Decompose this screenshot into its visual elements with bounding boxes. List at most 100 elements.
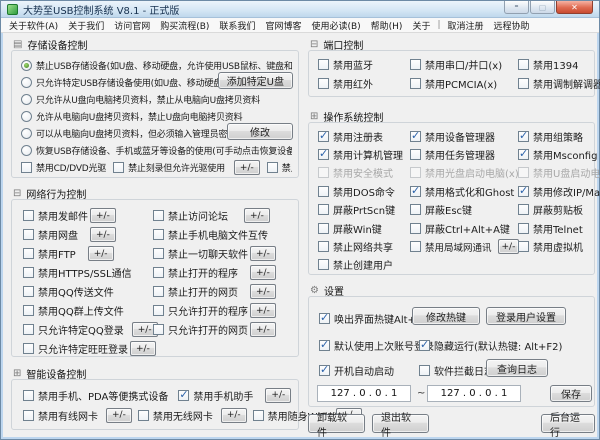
modify-password-button[interactable]: 修改	[227, 123, 293, 140]
query-log-button[interactable]: 查询日志	[486, 359, 548, 377]
checkbox-allow-specific-wangwang[interactable]: 只允许特定旺旺登录	[23, 341, 128, 356]
checkbox-disable-lan-comm[interactable]: 禁用局域网通讯+/-	[410, 239, 518, 254]
checkbox-disable-registry[interactable]: 禁用注册表	[318, 129, 410, 144]
radio-restore-usb[interactable]: 恢复USB存储设备、手机或蓝牙等设备的使用(可手动点击恢复设备)	[21, 144, 292, 157]
checkbox-block-webpages[interactable]: 禁止打开的网页	[153, 284, 238, 299]
plusminus-button[interactable]: +/-	[244, 208, 270, 223]
plusminus-button[interactable]: +/-	[250, 265, 276, 280]
checkbox-block-ctrl-alt-a[interactable]: 屏蔽Ctrl+Alt+A键	[410, 221, 518, 236]
checkbox-hidden-run[interactable]: 隐藏运行(默认热键: Alt+F2)	[419, 338, 562, 353]
plusminus-button[interactable]: +/-	[250, 303, 276, 318]
checkbox-icon	[410, 204, 421, 215]
radio-pc-to-usb-only[interactable]: 允许从电脑向U盘拷贝资料，禁止U盘向电脑拷贝资料	[21, 110, 242, 123]
checkbox-block-burning[interactable]: 禁止刻录但允许光驱使用	[113, 161, 225, 174]
checkbox-allow-only-programs[interactable]: 只允许打开的程序	[153, 303, 248, 318]
checkbox-intercept-log[interactable]: 软件拦截日志	[419, 363, 494, 378]
menu-must-read[interactable]: 使用必读(B)	[306, 19, 365, 32]
checkbox-disable-format-ghost[interactable]: 禁用格式化和Ghost	[410, 184, 518, 199]
radio-icon	[21, 60, 32, 71]
checkbox-label: 禁用红外	[333, 76, 373, 91]
checkbox-disable-telnet[interactable]: 禁用Telnet	[518, 221, 600, 236]
checkbox-block-network-share[interactable]: 禁止网络共享	[318, 239, 410, 254]
checkbox-disable-vm[interactable]: 禁用虚拟机	[518, 239, 600, 254]
menu-help[interactable]: 帮助(H)	[366, 19, 408, 32]
checkbox-disable-qq-file[interactable]: 禁用QQ传送文件	[23, 284, 114, 299]
menu-purchase[interactable]: 购买流程(B)	[155, 19, 214, 32]
checkbox-last-account-login[interactable]: 默认使用上次账号登录	[319, 338, 434, 353]
plusminus-button[interactable]: +/-	[250, 246, 276, 261]
checkbox-disable-https[interactable]: 禁用HTTPS/SSL通信	[23, 265, 132, 280]
background-run-button[interactable]: 后台运行	[541, 414, 595, 433]
menu-visit-site[interactable]: 访问官网	[109, 19, 155, 32]
checkbox-disable-wired-nic[interactable]: 禁用有线网卡	[23, 408, 98, 423]
checkbox-disable-modem[interactable]: 禁用调制解调器	[518, 76, 600, 91]
radio-block-usb-storage[interactable]: 禁止USB存储设备(如U盘、移动硬盘，允许使用USB鼠标、键盘和加密狗)	[21, 59, 292, 72]
ip-range-end-input[interactable]: 127 . 0 . 0 . 1	[427, 385, 521, 402]
ip-range-start-input[interactable]: 127 . 0 . 0 . 1	[317, 385, 411, 402]
checkbox-disable-cddvd[interactable]: 禁用CD/DVD光驱	[21, 161, 106, 174]
checkbox-disable-group-policy[interactable]: 禁用组策略	[518, 129, 600, 144]
login-user-settings-button[interactable]: 登录用户设置	[486, 307, 566, 325]
plusminus-button[interactable]: +/-	[221, 408, 247, 423]
close-button[interactable]	[556, 1, 593, 14]
checkbox-disable-wireless-nic[interactable]: 禁用无线网卡	[138, 408, 213, 423]
radio-usb-to-pc-only[interactable]: 只允许从U盘向电脑拷贝资料，禁止从电脑向U盘拷贝资料	[21, 93, 260, 106]
checkbox-disable-device-manager[interactable]: 禁用设备管理器	[410, 129, 518, 144]
plusminus-button[interactable]: +/-	[498, 239, 520, 254]
exit-button[interactable]: 退出软件	[372, 414, 429, 433]
checkbox-disable-bluetooth[interactable]: 禁用蓝牙	[318, 57, 410, 72]
menu-about-software[interactable]: 关于软件(A)	[4, 19, 63, 32]
checkbox-block-forums[interactable]: 禁止访问论坛	[153, 208, 228, 223]
checkbox-block-clipboard[interactable]: 屏蔽剪贴板	[518, 202, 600, 217]
checkbox-allow-specific-qq[interactable]: 只允许特定QQ登录	[23, 322, 124, 337]
plusminus-button[interactable]: +/-	[88, 246, 114, 261]
checkbox-disable-task-manager[interactable]: 禁用任务管理器	[410, 147, 518, 162]
checkbox-disable-infrared[interactable]: 禁用红外	[318, 76, 410, 91]
menu-contact[interactable]: 联系我们	[214, 19, 260, 32]
checkbox-disable-computer-mgmt[interactable]: 禁用计算机管理	[318, 147, 410, 162]
plusminus-button[interactable]: +/-	[106, 408, 132, 423]
menu-blog[interactable]: 官网博客	[260, 19, 306, 32]
checkbox-block-phone-pc-transfer[interactable]: 禁止手机电脑文件互传	[153, 227, 268, 242]
radio-copy-with-password[interactable]: 可以从电脑向U盘拷贝资料，但必须输入管理员密码	[21, 127, 236, 140]
save-button[interactable]: 保存	[550, 385, 592, 402]
menu-about[interactable]: 关于	[407, 19, 435, 32]
plusminus-button[interactable]: +/-	[90, 227, 116, 242]
checkbox-block-win-key[interactable]: 屏蔽Win键	[318, 221, 410, 236]
checkbox-disable-dos[interactable]: 禁用DOS命令	[318, 184, 410, 199]
plusminus-button[interactable]: +/-	[250, 322, 276, 337]
add-specific-usb-button[interactable]: 添加特定U盘	[218, 72, 293, 89]
checkbox-block-esc[interactable]: 屏蔽Esc键	[410, 202, 518, 217]
checkbox-disable-pcmcia[interactable]: 禁用PCMCIA(x)	[410, 76, 518, 91]
checkbox-allow-only-webpages[interactable]: 只允许打开的网页	[153, 322, 248, 337]
checkbox-disable-email[interactable]: 禁用发邮件	[23, 208, 88, 223]
checkbox-block-prtscn[interactable]: 屏蔽PrtScn键	[318, 202, 410, 217]
plusminus-button[interactable]: +/-	[234, 160, 260, 175]
plusminus-button[interactable]: +/-	[90, 208, 116, 223]
uninstall-button[interactable]: 卸载软件	[308, 414, 365, 433]
checkbox-disable-qq-group-upload[interactable]: 禁用QQ群上传文件	[23, 303, 124, 318]
checkbox-disable-serial-parallel[interactable]: 禁用串口/并口(x)	[410, 57, 518, 72]
checkbox-block-programs[interactable]: 禁止打开的程序	[153, 265, 238, 280]
plusminus-button[interactable]: +/-	[250, 284, 276, 299]
radio-allow-specific-usb[interactable]: 只允许特定USB存储设备使用(如U盘、移动硬盘)	[21, 76, 225, 89]
checkbox-block-create-user[interactable]: 禁止创建用户	[318, 257, 410, 272]
plusminus-button[interactable]: +/-	[265, 388, 291, 403]
plusminus-button[interactable]: +/-	[130, 341, 156, 356]
checkbox-disable-netdisk[interactable]: 禁用网盘	[23, 227, 78, 242]
checkbox-autostart[interactable]: 开机自动启动	[319, 363, 394, 378]
checkbox-disable-ftp[interactable]: 禁用FTP	[23, 246, 76, 261]
menu-remote-assist[interactable]: 远程协助	[489, 19, 535, 32]
modify-hotkey-button[interactable]: 修改热键	[412, 307, 480, 325]
checkbox-disable-msconfig[interactable]: 禁用Msconfig	[518, 147, 600, 162]
checkbox-disable-floppy[interactable]: 禁止软驱	[267, 161, 292, 174]
checkbox-disable-ip-mac-change[interactable]: 禁用修改IP/Mac	[518, 184, 600, 199]
menu-cancel-register[interactable]: 取消注册	[443, 19, 489, 32]
minimize-button[interactable]	[504, 1, 529, 14]
checkbox-disable-phone-assistant[interactable]: 禁用手机助手	[178, 388, 253, 403]
checkbox-disable-1394[interactable]: 禁用1394	[518, 57, 600, 72]
maximize-button	[530, 1, 555, 14]
checkbox-block-all-chat[interactable]: 禁止一切聊天软件	[153, 246, 248, 261]
menu-about-us[interactable]: 关于我们	[63, 19, 109, 32]
checkbox-disable-phone-pda[interactable]: 禁用手机、PDA等便携式设备	[23, 388, 168, 403]
